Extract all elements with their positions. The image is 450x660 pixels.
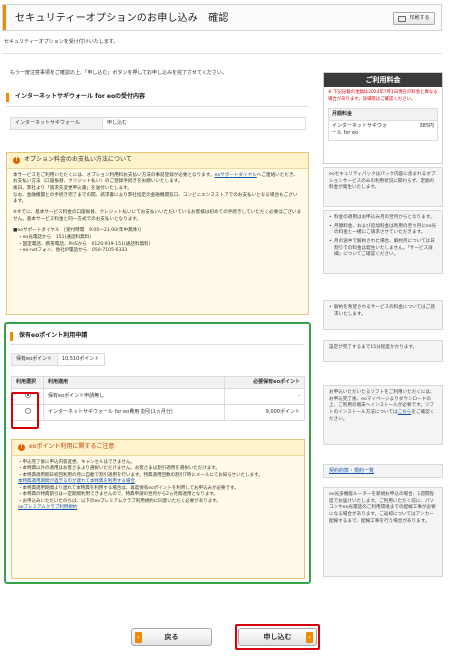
- points-notice-title: eoポイント利用に関するご注意: [29, 443, 115, 450]
- payment-text: 後日、弊社より「請求先変更申込書」を送付いたします。: [13, 186, 132, 191]
- points-panel: 保有eoポイント利用申請 保有eoポイント 10,510ポイント 利用選択 利用適用…: [4, 322, 311, 584]
- side-note-item: 月額料金、および追加料金は利用の翌々月にeo光の料金と一緒にご請求させていただき…: [329, 224, 437, 237]
- fee-title: ご利用料金: [324, 73, 442, 88]
- firewall-table: インターネットサギウォール 申し込む: [10, 116, 306, 131]
- points-title: 保有eoポイント利用申請: [10, 332, 300, 341]
- holding-label: 保有eoポイント: [11, 352, 58, 367]
- fee-price: 385円: [419, 123, 434, 130]
- firewall-label: インターネットサギウォール: [10, 116, 103, 131]
- notice-link[interactable]: 本特典適用期間が過ぎるのが遅れて本特典を利用する場合: [18, 479, 135, 484]
- side-note-router: eo光多機能ルーターを新規お申込の場合、1週間程度でお届けいたします。ご利用いた…: [323, 487, 443, 577]
- payment-notice-title: オプション料金のお支払い方法について: [24, 156, 132, 163]
- firewall-value: 申し込む: [102, 116, 306, 131]
- points-notice: ! eoポイント利用に関するご注意 ・申込完了後に申込内容変更、キャンセルはできま…: [11, 439, 305, 579]
- divider: [10, 344, 304, 345]
- payment-text: なお、金融機関との手続き完了までの間、請求書により弊社指定の金融機関窓口、コンビ…: [13, 192, 298, 205]
- divider: [6, 106, 309, 107]
- warning-icon: !: [18, 443, 25, 451]
- side-note-item: 月の途中で解約された場合、解約月については日割りでの料金は発生いたしません。「サ…: [329, 239, 437, 259]
- install-guide-link[interactable]: こちら: [398, 410, 412, 415]
- intro-text-2: もう一度注意事項をご確認の上、「申し込む」ボタンを押してお申し込みを完了させてく…: [10, 70, 227, 76]
- col-required: 必要保有eoポイント: [224, 375, 305, 390]
- contact-heading: ■eoサポートダイヤル [受付時間 9:00〜21:00(年中無休)]: [13, 228, 141, 234]
- col-desc: 利用適用: [43, 375, 225, 390]
- submit-label: 申し込む: [263, 632, 292, 641]
- option-required: 9,000ポイント: [224, 404, 305, 422]
- divider: [2, 53, 442, 54]
- selection-highlight: [11, 392, 39, 429]
- print-label: 印刷する: [409, 14, 430, 21]
- monthly-label: 月額料金: [329, 108, 437, 122]
- points-holding-table: 保有eoポイント 10,510ポイント: [11, 352, 106, 367]
- side-note-pack: eoセキュリティパックはパック内容に含まれるオプションサービスのみの利用状況に関…: [323, 167, 443, 207]
- option-required: -: [224, 388, 305, 406]
- header-accent: [3, 5, 6, 30]
- chevron-right-icon: ›: [306, 631, 313, 643]
- option-label: 保有eoポイント申請無し: [43, 388, 225, 406]
- terms-box: 契約約款・規約一覧: [323, 464, 443, 478]
- side-note-item: 料金の適用はお申込み月の翌月からとなります。: [329, 215, 437, 222]
- fee-warning: ※ 下記記載の金額は2024年7月1日現在の料金と異なる場合があります。詳細等は…: [328, 90, 438, 102]
- holding-value: 10,510ポイント: [56, 352, 106, 367]
- intro-text-1: セキュリティーオプションを受け付けいたします。: [4, 39, 119, 45]
- terms-link[interactable]: 契約約款・規約一覧: [329, 468, 374, 474]
- contact-line: ・eo-netフォン、他社IP電話から 050-7105-6333: [18, 248, 128, 254]
- payment-notice: ! オプション料金のお支払い方法について 本サービスをご利用いただくには、オプショ…: [6, 152, 309, 315]
- payment-text: 本サービスをご利用いただくには、オプション利用料お支払い方法の事前登録が必要とな…: [13, 172, 215, 178]
- side-note-software: お申込いただいたるソフトをご利用いただくには、お申込完了後、eoマイページよりダ…: [323, 385, 443, 445]
- premium-club-terms-link[interactable]: eoプレミアムクラブ利用規約: [18, 505, 77, 510]
- print-button[interactable]: 印刷する: [393, 12, 435, 25]
- back-label: 戻る: [164, 632, 179, 641]
- fee-box: ご利用料金 ※ 下記記載の金額は2024年7月1日現在の料金と異なる場合がありま…: [323, 72, 443, 164]
- page-header: セキュリティーオプションのお申し込み 確認 印刷する: [2, 4, 442, 31]
- side-note-billing: 料金の適用はお申込み月の翌月からとなります。 月額料金、および追加料金は利用の翌…: [323, 210, 443, 274]
- firewall-section-title: インターネットサギウォール for eoの受付内容: [6, 93, 306, 102]
- submit-button[interactable]: 申し込む ›: [238, 628, 317, 646]
- printer-icon: [398, 15, 407, 22]
- fee-service: インターネットサギウォール for eo: [332, 123, 388, 137]
- payment-text: ※すでに、基本サービス料金の口座振替、クレジット払いにてお支払いいただいているお…: [13, 209, 302, 222]
- contact-line: ・eo光電話から 151(通話料無料): [18, 234, 92, 240]
- warning-icon: !: [13, 156, 20, 164]
- back-button[interactable]: ‹ 戻る: [131, 628, 212, 646]
- eo-support-link[interactable]: eoサポートダイヤル: [215, 173, 257, 178]
- col-select: 利用選択: [11, 375, 44, 390]
- chevron-left-icon: ‹: [135, 631, 142, 643]
- side-note-cancel: 解約を希望されるサービスの料金についてはご請求いたします。: [323, 300, 443, 330]
- page-title: セキュリティーオプションのお申し込み 確認: [15, 13, 229, 24]
- side-note-setup: 設定が完了するまで15分程度かかります。: [323, 340, 443, 362]
- side-note-item: 解約を希望されるサービスの料金についてはご請求いたします。: [329, 305, 437, 318]
- option-label: インターネットサギウォール for eo費用 割引(1ヵ月分): [43, 404, 225, 422]
- points-options-table: 利用選択 利用適用 必要保有eoポイント 保有eoポイント申請無し - インターネット…: [11, 375, 305, 422]
